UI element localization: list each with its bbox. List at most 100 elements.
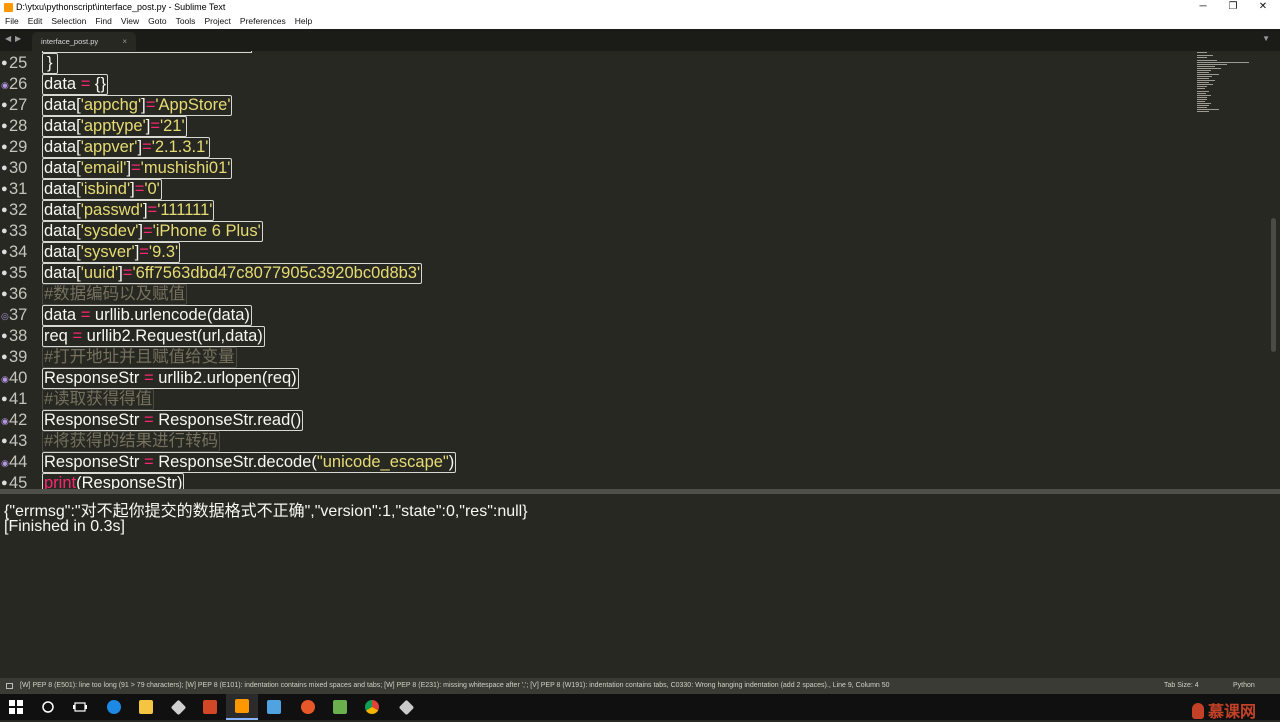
app-orange-icon <box>301 700 315 714</box>
taskbar-sublime[interactable] <box>226 694 258 720</box>
app-diamond-icon <box>170 699 186 715</box>
tab-size-indicator[interactable]: Tab Size: 4 <box>1164 678 1199 694</box>
lint-marker-icon: ● <box>1 351 8 363</box>
breakpoint-circle-icon: ◉ <box>1 458 9 468</box>
code-line-31[interactable]: ● 31 data['isbind']='0' <box>0 179 1200 200</box>
lint-marker-icon: ● <box>1 393 8 405</box>
code-line-36[interactable]: ● 36 #数据编码以及赋值 <box>0 284 1200 305</box>
search-button[interactable] <box>32 694 64 720</box>
breakpoint-circle-icon: ◉ <box>1 374 9 384</box>
menu-edit[interactable]: Edit <box>23 15 47 28</box>
tab-label: interface_post.py <box>41 37 99 46</box>
lint-marker-icon: ● <box>1 162 8 174</box>
taskbar-chrome[interactable] <box>356 694 388 720</box>
lint-marker-icon: ● <box>1 435 8 447</box>
sublime-text-icon <box>235 699 249 713</box>
powerpoint-icon <box>203 700 217 714</box>
code-line-43[interactable]: ● 43 #将获得的结果进行转码 <box>0 431 1200 452</box>
code-line-25[interactable]: ● 25 } <box>0 53 1200 74</box>
start-button[interactable] <box>0 694 32 720</box>
code-editor[interactable]: ● 25 } ◉ 26 data = {} ● 27 data['appchg']='… <box>0 51 1280 489</box>
window-titlebar: D:\ytxu\pythonscript\interface_post.py -… <box>0 0 1280 15</box>
flame-icon <box>1192 703 1204 719</box>
task-view-button[interactable] <box>64 694 96 720</box>
code-line-33[interactable]: ● 33 data['sysdev']='iPhone 6 Plus' <box>0 221 1200 242</box>
code-line-38[interactable]: ● 38 req = urllib2.Request(url,data) <box>0 326 1200 347</box>
lint-marker-icon: ● <box>1 183 8 195</box>
code-line-42[interactable]: ◉ 42 ResponseStr = ResponseStr.read() <box>0 410 1200 431</box>
lint-marker-icon: ● <box>1 57 8 69</box>
close-button[interactable]: ✕ <box>1248 0 1278 15</box>
lint-marker-icon: ● <box>1 204 8 216</box>
minimize-button[interactable]: ─ <box>1188 0 1218 15</box>
tab-dropdown-icon[interactable]: ▼ <box>1262 34 1270 43</box>
menu-project[interactable]: Project <box>199 15 234 28</box>
menu-tools[interactable]: Tools <box>171 15 200 28</box>
taskbar-edge[interactable] <box>98 694 130 720</box>
editor-scrollbar[interactable] <box>1271 218 1276 352</box>
taskbar-app-1[interactable] <box>162 694 194 720</box>
minimap[interactable] <box>1195 51 1255 121</box>
taskbar-explorer[interactable] <box>130 694 162 720</box>
window-title: D:\ytxu\pythonscript\interface_post.py -… <box>16 2 226 12</box>
app-green-icon <box>333 700 347 714</box>
warning-circle-icon: ◎ <box>1 311 9 321</box>
code-line-35[interactable]: ● 35 data['uuid']='6ff7563dbd47c8077905c3… <box>0 263 1200 284</box>
menu-find[interactable]: Find <box>90 15 116 28</box>
breakpoint-circle-icon: ◉ <box>1 416 9 426</box>
menu-help[interactable]: Help <box>290 15 316 28</box>
menu-goto[interactable]: Goto <box>143 15 170 28</box>
lint-marker-icon: ● <box>1 288 8 300</box>
taskbar-app-5[interactable] <box>390 694 422 720</box>
lint-marker-icon: ● <box>1 246 8 258</box>
menu-selection[interactable]: Selection <box>46 15 90 28</box>
taskbar-app-2[interactable] <box>258 694 290 720</box>
taskbar-app-3[interactable] <box>292 694 324 720</box>
app-blue-icon <box>267 700 281 714</box>
tab-nav-right-icon[interactable]: ▶ <box>15 34 21 43</box>
syntax-indicator[interactable]: Python <box>1233 678 1255 694</box>
lint-marker-icon: ● <box>1 99 8 111</box>
code-line-44[interactable]: ◉ 44 ResponseStr = ResponseStr.decode("un… <box>0 452 1200 473</box>
taskbar-powerpoint[interactable] <box>194 694 226 720</box>
code-line-26[interactable]: ◉ 26 data = {} <box>0 74 1200 95</box>
windows-logo-icon <box>9 700 23 714</box>
lint-marker-icon: ● <box>1 330 8 342</box>
code-line-29[interactable]: ● 29 data['appver']='2.1.3.1' <box>0 137 1200 158</box>
lint-marker-icon: ● <box>1 477 8 489</box>
taskbar-app-4[interactable] <box>324 694 356 720</box>
search-circle-icon <box>42 701 54 713</box>
code-line-30[interactable]: ● 30 data['email']='mushishi01' <box>0 158 1200 179</box>
lint-marker-icon: ● <box>1 120 8 132</box>
status-bar: [W] PEP 8 (E501): line too long (91 > 79… <box>0 678 1280 694</box>
panel-toggle-icon[interactable] <box>6 683 13 689</box>
menu-view[interactable]: View <box>116 15 143 28</box>
code-line-45[interactable]: ● 45 print(ResponseStr) <box>0 473 1200 489</box>
menu-file[interactable]: File <box>0 15 23 28</box>
code-line-32[interactable]: ● 32 data['passwd']='111111' <box>0 200 1200 221</box>
tab-close-icon[interactable]: × <box>122 32 127 51</box>
code-line-27[interactable]: ● 27 data['appchg']='AppStore' <box>0 95 1200 116</box>
tab-interface-post[interactable]: interface_post.py × <box>32 32 136 51</box>
build-output-panel[interactable]: {"errmsg":"对不起你提交的数据格式不正确","version":1,"… <box>0 494 1280 678</box>
code-line-39[interactable]: ● 39 #打开地址并且赋值给变量 <box>0 347 1200 368</box>
lint-marker-icon: ● <box>1 267 8 279</box>
output-line-finished: [Finished in 0.3s] <box>4 518 125 535</box>
file-explorer-icon <box>139 700 153 714</box>
task-view-icon <box>73 702 87 712</box>
code-line-34[interactable]: ● 34 data['sysver']='9.3' <box>0 242 1200 263</box>
restore-button[interactable]: ❐ <box>1218 0 1248 15</box>
sublime-app-icon <box>4 3 13 12</box>
code-line-40[interactable]: ◉ 40 ResponseStr = urllib2.urlopen(req) <box>0 368 1200 389</box>
lint-status-message: [W] PEP 8 (E501): line too long (91 > 79… <box>20 682 890 689</box>
code-line-37[interactable]: ◎ 37 data = urllib.urlencode(data) <box>0 305 1200 326</box>
app-tool-icon <box>398 699 414 715</box>
tab-nav-left-icon[interactable]: ◀ <box>5 34 11 43</box>
lint-marker-icon: ● <box>1 141 8 153</box>
lint-marker-icon: ● <box>1 225 8 237</box>
windows-taskbar <box>0 694 1280 720</box>
menu-preferences[interactable]: Preferences <box>235 15 290 28</box>
code-line-28[interactable]: ● 28 data['apptype']='21' <box>0 116 1200 137</box>
code-line-41[interactable]: ● 41 #读取获得得值 <box>0 389 1200 410</box>
edge-browser-icon <box>107 700 121 714</box>
